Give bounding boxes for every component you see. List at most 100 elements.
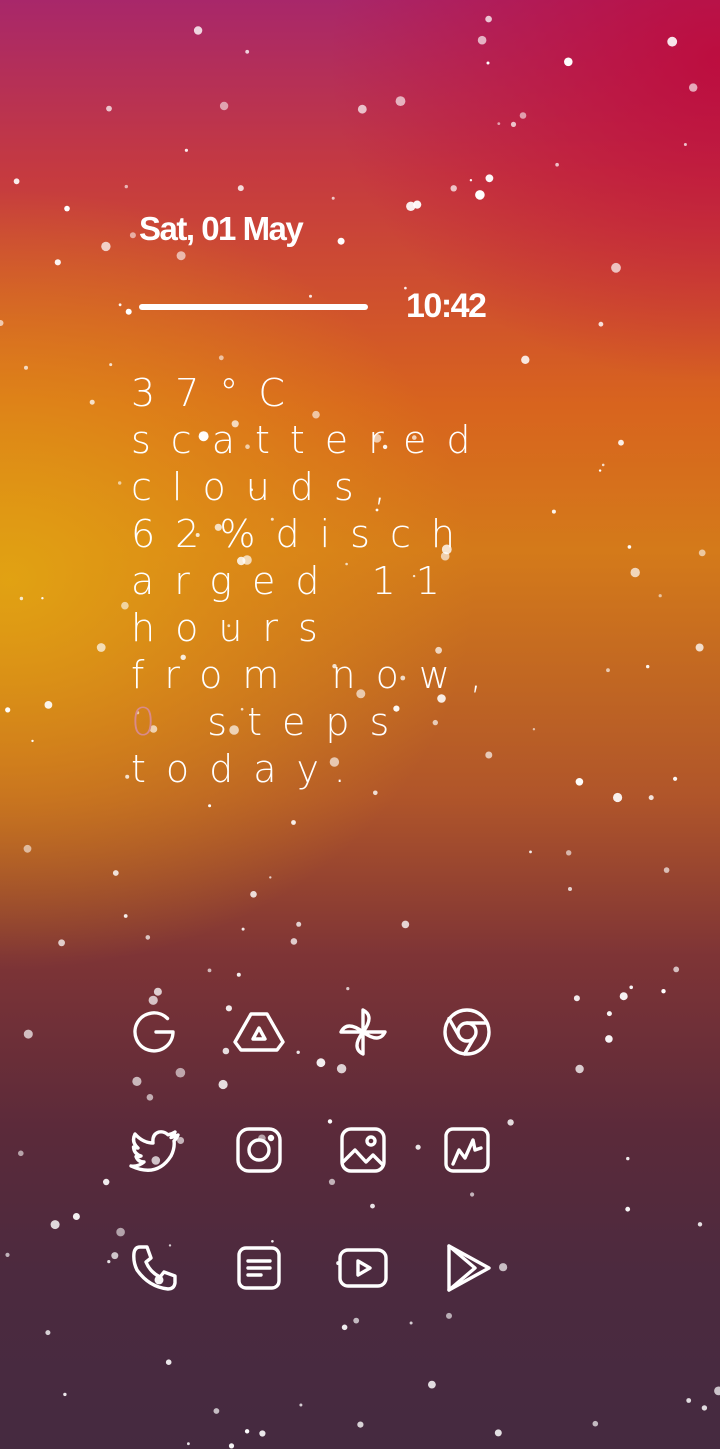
instagram-icon bbox=[236, 1127, 282, 1173]
weather-text: 37°C scattered clouds, 62%discharged 11 … bbox=[131, 371, 503, 697]
snow-dot bbox=[630, 567, 640, 578]
snow-dot bbox=[50, 1220, 60, 1230]
snow-dot bbox=[269, 876, 272, 879]
snow-dot bbox=[555, 162, 559, 167]
app-play-store[interactable] bbox=[415, 1216, 519, 1320]
snow-dot bbox=[19, 596, 24, 601]
app-youtube[interactable] bbox=[311, 1216, 415, 1320]
snow-dot bbox=[598, 321, 604, 327]
drive-icon bbox=[233, 1012, 285, 1052]
snow-dot bbox=[129, 232, 136, 239]
snow-dot bbox=[475, 190, 485, 200]
app-wallpaper[interactable] bbox=[415, 1098, 519, 1202]
snow-dot bbox=[184, 148, 188, 152]
snow-dot bbox=[106, 105, 112, 112]
lockscreen-time: 10:42 bbox=[406, 287, 487, 325]
snow-dot bbox=[701, 1405, 708, 1411]
app-phone[interactable] bbox=[103, 1216, 207, 1320]
snow-dot bbox=[428, 1380, 436, 1389]
snow-dot bbox=[566, 850, 572, 856]
snow-dot bbox=[592, 1420, 599, 1427]
snow-dot bbox=[241, 927, 245, 931]
snow-dot bbox=[485, 174, 494, 183]
wallpaper-icon bbox=[444, 1127, 490, 1173]
snow-dot bbox=[606, 1011, 612, 1017]
snow-dot bbox=[619, 992, 628, 1001]
snow-dot bbox=[64, 205, 70, 212]
snow-dot bbox=[497, 122, 501, 125]
snow-dot bbox=[663, 867, 670, 873]
snow-dot bbox=[176, 251, 186, 261]
snow-dot bbox=[58, 939, 65, 947]
snow-dot bbox=[629, 985, 633, 990]
snow-dot bbox=[89, 399, 95, 405]
snow-dot bbox=[5, 1252, 10, 1257]
snow-dot bbox=[529, 850, 532, 854]
snow-dot bbox=[259, 1430, 266, 1437]
snow-dot bbox=[228, 1443, 235, 1449]
snow-dot bbox=[477, 35, 487, 45]
app-pinwheel[interactable] bbox=[311, 980, 415, 1084]
snow-dot bbox=[118, 481, 122, 485]
snow-dot bbox=[18, 1150, 24, 1157]
snow-dot bbox=[601, 463, 605, 467]
snow-dot bbox=[207, 968, 212, 973]
phone-icon bbox=[132, 1245, 177, 1291]
snow-dot bbox=[521, 355, 530, 364]
app-icon-grid bbox=[103, 980, 519, 1334]
snow-dot bbox=[667, 36, 678, 47]
snow-dot bbox=[337, 237, 345, 245]
snow-dot bbox=[291, 820, 296, 825]
snow-dot bbox=[23, 844, 32, 853]
play-store-icon bbox=[447, 1244, 491, 1292]
steps-count: 0 bbox=[131, 700, 176, 744]
snow-dot bbox=[101, 241, 111, 252]
snow-dot bbox=[41, 597, 44, 600]
lockscreen-date: Sat, 01 May bbox=[139, 210, 304, 247]
app-twitter[interactable] bbox=[103, 1098, 207, 1202]
pinwheel-icon bbox=[339, 1008, 387, 1056]
snow-dot bbox=[494, 1429, 502, 1437]
snow-dot bbox=[125, 774, 130, 779]
app-instagram[interactable] bbox=[207, 1098, 311, 1202]
app-chrome[interactable] bbox=[415, 980, 519, 1084]
snow-dot bbox=[683, 143, 687, 146]
snow-dot bbox=[331, 196, 335, 200]
snow-dot bbox=[245, 49, 250, 54]
snow-dot bbox=[187, 1442, 190, 1446]
app-google[interactable] bbox=[103, 980, 207, 1084]
snow-dot bbox=[193, 26, 203, 35]
snow-dot bbox=[208, 804, 212, 808]
app-drive[interactable] bbox=[207, 980, 311, 1084]
snow-dot bbox=[605, 1035, 613, 1043]
snow-dot bbox=[96, 643, 106, 652]
snow-dot bbox=[145, 935, 151, 940]
app-gallery[interactable] bbox=[311, 1098, 415, 1202]
snow-dot bbox=[213, 1408, 220, 1414]
snow-dot bbox=[45, 1330, 51, 1336]
snow-dot bbox=[244, 1429, 250, 1434]
snow-dot bbox=[661, 989, 666, 994]
snow-dot bbox=[611, 262, 621, 273]
snow-dot bbox=[125, 308, 132, 315]
snow-dot bbox=[5, 707, 11, 713]
snow-dot bbox=[406, 201, 416, 211]
snow-dot bbox=[121, 601, 129, 610]
snow-dot bbox=[673, 776, 678, 781]
snow-dot bbox=[551, 509, 556, 514]
snow-dot bbox=[575, 1064, 584, 1074]
snow-dot bbox=[573, 995, 580, 1002]
snow-dot bbox=[250, 891, 257, 898]
snow-dot bbox=[357, 104, 367, 114]
snow-dot bbox=[598, 469, 602, 472]
snow-dot bbox=[698, 549, 706, 557]
snow-dot bbox=[646, 664, 650, 669]
snow-dot bbox=[618, 439, 624, 446]
snow-dot bbox=[606, 668, 610, 673]
snow-dot bbox=[648, 795, 654, 801]
gallery-icon bbox=[340, 1127, 386, 1173]
snow-dot bbox=[357, 1421, 364, 1428]
snow-dot bbox=[413, 200, 422, 209]
app-notes[interactable] bbox=[207, 1216, 311, 1320]
snow-dot bbox=[218, 355, 224, 361]
